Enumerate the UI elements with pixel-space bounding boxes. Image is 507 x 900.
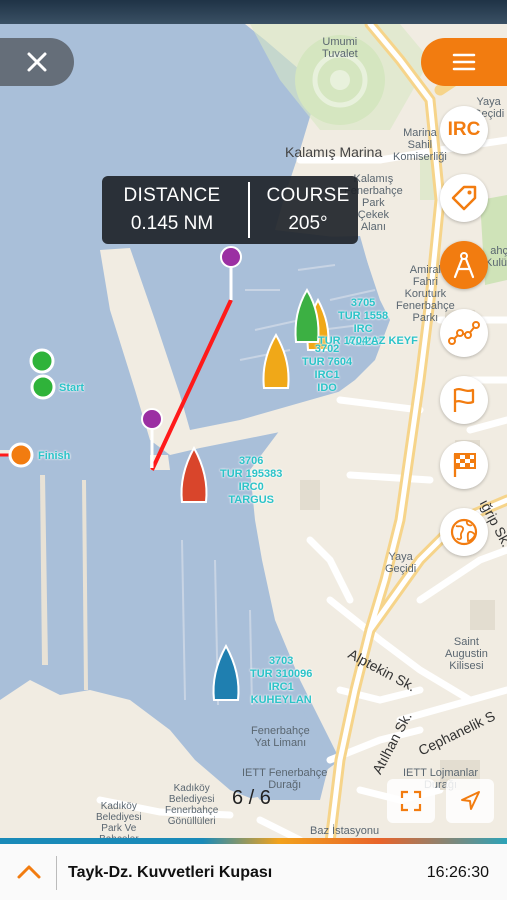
measure-button[interactable] xyxy=(440,241,488,289)
course-section: COURSE 205° xyxy=(244,176,372,244)
start-mark-1[interactable] xyxy=(29,348,55,374)
distance-label: DISTANCE xyxy=(123,185,221,206)
compass-divider-icon xyxy=(453,252,475,279)
map-layer-button[interactable] xyxy=(440,508,488,556)
map-label-kulubu: ahçe Kulübü xyxy=(485,245,507,269)
map-label-kadikoy-bel: Kadıköy Belediyesi Fenerbahçe Gönüllüler… xyxy=(165,783,219,827)
finish-mark-label: Finish xyxy=(38,450,71,462)
boat-label-ido: 3702 TUR 7604 IRC1 IDO xyxy=(302,343,352,395)
race-bottom-bar[interactable]: Tayk-Dz. Kuvvetleri Kupası 16:26:30 xyxy=(0,844,507,900)
map-label-yaya-mid: Yaya Geçidi xyxy=(385,551,417,575)
map-label-marina-komiserligi: Marina Sahil Komiserliği xyxy=(393,127,447,163)
track-button[interactable] xyxy=(440,309,488,357)
map-label-baz-istasyonu: Baz İstasyonu xyxy=(310,825,380,837)
start-flag-button[interactable] xyxy=(440,376,488,424)
locate-button[interactable] xyxy=(446,779,494,823)
tag-button[interactable] xyxy=(440,174,488,222)
flag-icon xyxy=(453,388,475,412)
boat-class: IRC1 xyxy=(268,681,294,693)
tag-icon xyxy=(451,185,477,211)
distance-section: DISTANCE 0.145 NM xyxy=(108,176,236,244)
boat-number: 3703 xyxy=(268,655,294,667)
boat-class: IRC0 xyxy=(238,481,264,493)
course-value: 205° xyxy=(288,213,328,234)
checkered-flag-icon xyxy=(453,453,476,477)
finish-flag-button[interactable] xyxy=(440,441,488,489)
fullscreen-icon xyxy=(400,790,422,812)
menu-button[interactable] xyxy=(421,38,507,86)
chevron-up-icon[interactable] xyxy=(16,864,42,880)
globe-icon xyxy=(450,518,478,546)
boat-number: 3706 xyxy=(238,455,264,467)
start-mark-2[interactable] xyxy=(30,374,56,400)
boat-label-kuheylan: 3703 TUR 310096 IRC1 KUHEYLAN xyxy=(250,655,312,707)
close-icon xyxy=(27,52,47,72)
boat-name: TARGUS xyxy=(228,494,274,506)
map-label-umumi-tuvalet: Umumi Tuvalet xyxy=(322,36,358,60)
distance-value: 0.145 NM xyxy=(130,213,214,234)
start-mark-label: Start xyxy=(59,382,85,394)
navigation-arrow-icon xyxy=(461,791,480,810)
boat-sail: TUR 310096 xyxy=(250,668,313,680)
hamburger-icon xyxy=(452,53,476,71)
map-label-fenerbahce-yat: Fenerbahçe Yat Limanı xyxy=(251,725,310,749)
boat-name: IDO xyxy=(317,382,337,394)
boat-name: KUHEYLAN xyxy=(250,694,312,706)
course-label: COURSE xyxy=(266,185,350,206)
route-icon xyxy=(448,321,480,345)
irc-label: IRC xyxy=(447,119,481,140)
boat-sail: TUR 7604 xyxy=(302,356,353,368)
boat-number: 3702 xyxy=(314,343,340,355)
race-name: Tayk-Dz. Kuvvetleri Kupası xyxy=(68,864,273,881)
boat-number: 3705 xyxy=(350,297,376,309)
bottom-bar-divider xyxy=(56,856,57,890)
close-button[interactable] xyxy=(0,38,74,86)
map-label-saint-augustin: Saint Augustin Kilisesi xyxy=(445,636,488,672)
race-clock: 16:26:30 xyxy=(426,864,489,881)
boat-label-targus: 3706 TUR 195383 IRC0 TARGUS xyxy=(220,455,282,507)
fit-bounds-button[interactable] xyxy=(387,779,435,823)
map-label-kalamis-marina: Kalamış Marina xyxy=(285,144,383,160)
boat-sail: TUR 1558 xyxy=(338,310,389,322)
status-bar xyxy=(0,0,507,24)
boat-sail: TUR 195383 xyxy=(220,468,283,480)
distance-course-panel: DISTANCE 0.145 NM COURSE 205° xyxy=(102,176,358,244)
finish-mark[interactable] xyxy=(8,442,34,468)
irc-filter-button[interactable]: IRC xyxy=(440,106,488,154)
boat-class: IRC1 xyxy=(314,369,340,381)
boat-page-counter: 6 / 6 xyxy=(232,787,271,809)
